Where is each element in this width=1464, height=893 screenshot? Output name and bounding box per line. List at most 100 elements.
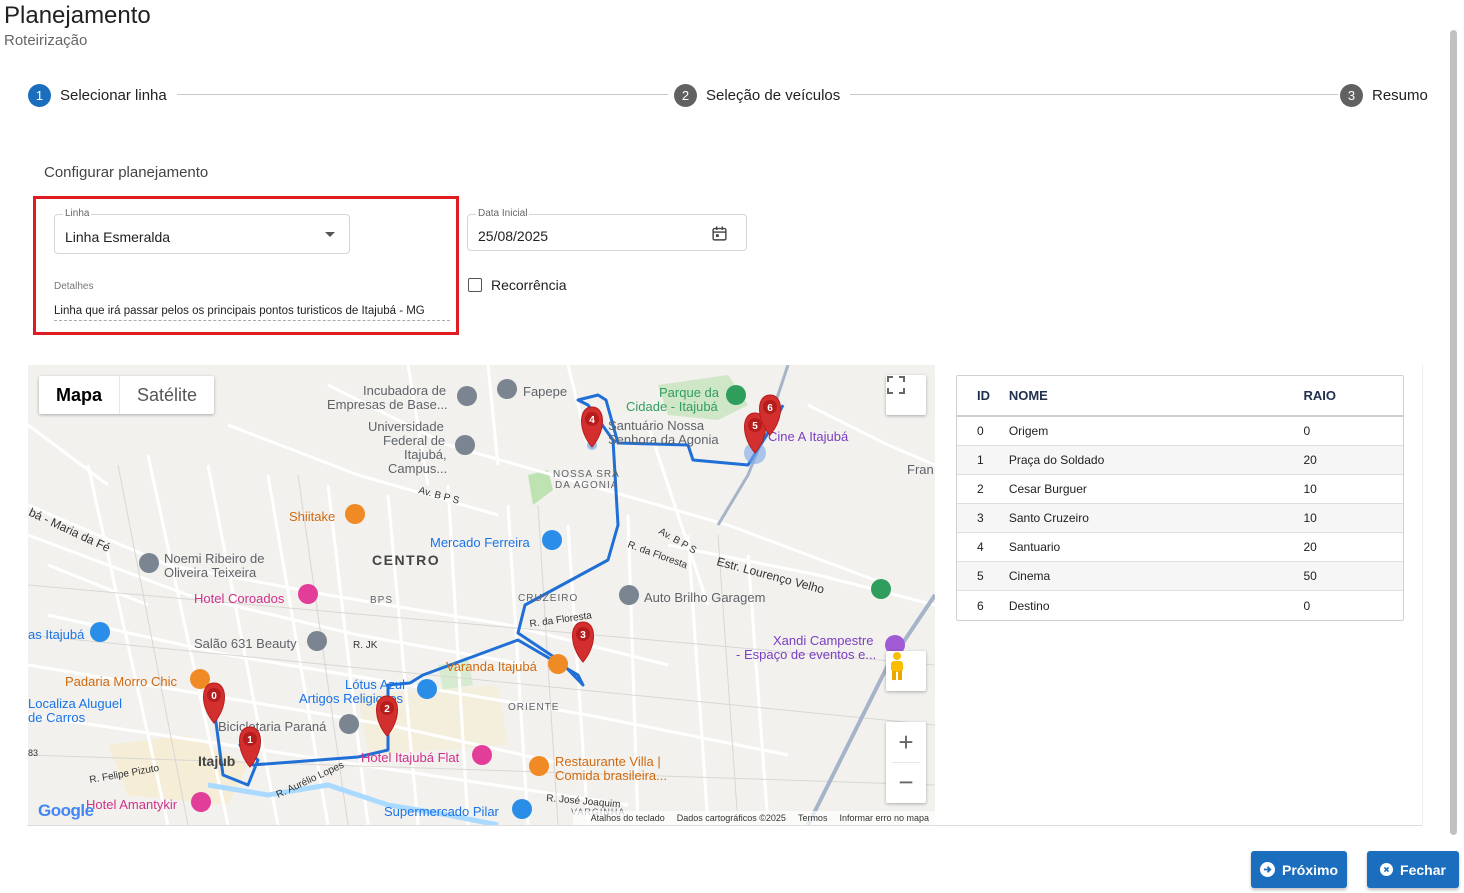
fechar-button[interactable]: Fechar [1367,851,1459,888]
proximo-button[interactable]: Próximo [1251,851,1347,888]
keyboard-shortcuts-link[interactable]: Atalhos do teclado [591,813,665,823]
recorrencia-label: Recorrência [491,277,567,293]
step-label: Resumo [1372,86,1428,104]
map-label: Campus... [388,461,447,476]
svg-text:5: 5 [752,421,758,432]
zoom-divider [892,762,920,763]
marker-4[interactable]: 4 [581,406,603,448]
cell-id: 5 [977,569,984,583]
step-number: 1 [28,83,51,107]
marker-0[interactable]: 0 [203,682,225,724]
svg-text:2: 2 [384,704,390,715]
proximo-label: Próximo [1281,861,1338,878]
map-label: NOSSA SRA [553,469,620,480]
cell-raio: 50 [1303,569,1317,583]
map-label: CRUZEIRO [518,593,578,604]
map-label: Itajub [198,753,235,769]
zoom-out-button[interactable]: − [886,762,926,802]
table-body: 0 Origem 0 1 Praça do Soldado 20 2 Cesar Burg… [957,417,1403,620]
cell-raio: 20 [1303,453,1317,467]
step-selecionar-linha[interactable]: 1 Selecionar linha [28,83,177,107]
column-header-nome[interactable]: NOME [1009,388,1304,403]
zoom-in-button[interactable]: + [886,722,926,762]
cell-nome: Santuario [1008,540,1061,554]
column-header-raio[interactable]: RAIO [1303,388,1403,403]
linha-value: Linha Esmeralda [65,229,171,245]
map-label: BPS [370,595,393,606]
table-row[interactable]: 0 Origem 0 [957,417,1403,446]
map[interactable]: Incubadora de Empresas de Base... Fapepe… [28,365,935,825]
svg-text:6: 6 [767,403,773,414]
map-label: Padaria Morro Chic [65,674,177,689]
cell-id: 2 [977,482,984,496]
map-label: Varanda Itajubá [446,659,538,674]
step-label: Selecionar linha [60,86,167,104]
map-footer: Atalhos do teclado Dados cartográficos ©… [572,811,935,825]
map-label: Itajubá, [404,447,447,462]
map-label: Incubadora de [363,383,446,398]
table-row[interactable]: 1 Praça do Soldado 20 [957,446,1403,475]
stepper: 1 Selecionar linha 2 Seleção de veículos… [28,83,1428,107]
cell-nome: Destino [1008,598,1050,613]
cell-id: 6 [977,598,984,613]
map-label: ORIENTE [508,702,559,713]
step-selecao-veiculos[interactable]: 2 Seleção de veículos [672,83,851,107]
calendar-icon[interactable] [711,225,728,242]
fechar-label: Fechar [1400,861,1446,878]
map-label: Shiitake [289,509,335,524]
svg-text:0: 0 [211,691,217,702]
data-inicial-field[interactable]: Data Inicial 25/08/2025 [467,208,747,251]
pegman-icon [891,652,903,680]
table-row[interactable]: 2 Cesar Burguer 10 [957,475,1403,504]
street-view-button[interactable] [886,651,926,691]
table-row[interactable]: 4 Santuario 20 [957,533,1403,562]
page-scrollbar[interactable] [1450,30,1457,835]
map-label: Federal de [383,433,445,448]
report-error-link[interactable]: Informar erro no mapa [839,813,929,823]
linha-label: Linha [63,208,92,219]
table-row[interactable]: 3 Santo Cruzeiro 10 [957,504,1403,533]
table-row[interactable]: 6 Destino 0 [957,591,1403,620]
map-label: Senhora da Agonia [608,432,719,447]
page-subtitle: Roteirização [4,32,88,49]
page-title: Planejamento [4,2,151,29]
arrow-right-icon [1259,862,1275,877]
cell-id: 1 [977,453,984,467]
fullscreen-button[interactable] [886,375,926,415]
map-label: Empresas de Base... [327,397,448,412]
linha-select[interactable]: Linha Linha Esmeralda [54,208,350,254]
table-row[interactable]: 5 Cinema 50 [957,562,1403,591]
map-label: Universidade [368,419,444,434]
detalhes-input[interactable]: Linha que irá passar pelos os principais… [54,305,450,321]
terms-link[interactable]: Termos [798,813,828,823]
map-label: Auto Brilho Garagem [644,590,765,605]
detalhes-label: Detalhes [54,281,94,292]
cell-raio: 10 [1303,511,1317,525]
section-title: Configurar planejamento [44,164,209,181]
pontos-table: ID NOME RAIO 0 Origem 0 1 Praça do Soldado 2… [956,375,1404,621]
map-label: Mercado Ferreira [430,535,530,550]
map-label: Localiza Aluguel [28,696,122,711]
step-resumo[interactable]: 3 Resumo [1338,83,1428,107]
map-type-satelite-button[interactable]: Satélite [119,376,214,414]
stepper-connector [838,94,1340,95]
map-label: Hotel Coroados [194,591,285,606]
fullscreen-icon [887,376,905,394]
recorrencia-checkbox[interactable] [468,278,482,292]
map-type-mapa-button[interactable]: Mapa [39,376,119,414]
cell-raio: 20 [1303,540,1317,554]
stepper-connector [168,94,668,95]
map-label: Santuário Nossa [608,418,705,433]
map-label: Parque da [659,385,720,400]
map-label: Oliveira Teixeira [164,565,257,580]
cell-nome: Praça do Soldado [1008,453,1105,467]
map-label: CENTRO [372,552,440,568]
column-header-id[interactable]: ID [957,388,1009,403]
map-label: DA AGONIA [555,480,618,491]
cell-nome: Santo Cruzeiro [1008,511,1089,525]
cell-id: 4 [977,540,984,554]
map-label: Supermercado Pilar [384,804,500,819]
cell-id: 3 [977,511,984,525]
cell-raio: 0 [1303,598,1311,613]
data-inicial-value: 25/08/2025 [478,228,549,244]
